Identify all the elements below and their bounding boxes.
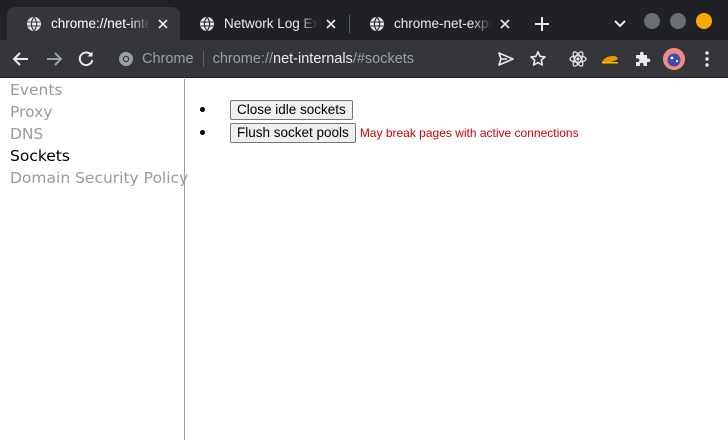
close-icon[interactable] <box>324 17 338 31</box>
globe-icon <box>200 16 214 31</box>
reload-icon <box>78 51 94 67</box>
tab-search-button[interactable] <box>612 15 628 31</box>
bookmark-button[interactable] <box>528 49 548 69</box>
flush-socket-pools-button[interactable]: Flush socket pools <box>230 122 356 143</box>
url-path: /#sockets <box>352 51 415 67</box>
plus-icon <box>535 17 549 31</box>
chrome-icon <box>119 52 133 66</box>
forward-button[interactable] <box>44 49 64 69</box>
react-devtools-extension[interactable] <box>568 49 588 69</box>
list-item: Flush socket pools May break pages with … <box>200 121 579 144</box>
socket-actions-list: Close idle sockets Flush socket pools Ma… <box>200 98 579 144</box>
security-chip-label: Chrome <box>142 51 194 67</box>
tab-net-internals[interactable]: chrome://net-internals/#sockets <box>7 7 180 40</box>
puzzle-icon <box>636 51 651 66</box>
flush-warning-text: May break pages with active connections <box>359 125 579 140</box>
sidebar-item-sockets[interactable]: Sockets <box>0 145 184 167</box>
omnibox-divider <box>202 51 204 67</box>
sidebar-item-events[interactable]: Events <box>0 79 184 101</box>
url-text: chrome://net-internals/#sockets <box>213 51 414 67</box>
extension-icon <box>602 56 618 64</box>
sidebar-item-proxy[interactable]: Proxy <box>0 101 184 123</box>
more-vert-icon <box>705 51 709 67</box>
back-button[interactable] <box>11 49 31 69</box>
browser-menu-button[interactable] <box>697 49 717 69</box>
url-scheme: chrome:// <box>212 51 274 67</box>
sidebar-item-domain-security-policy[interactable]: Domain Security Policy <box>0 167 188 189</box>
close-window-button[interactable] <box>696 13 712 29</box>
chevron-down-icon <box>614 20 626 28</box>
react-icon <box>569 51 587 67</box>
globe-icon <box>27 16 41 31</box>
tab-network-log-export[interactable]: Network Log Export <box>180 7 348 40</box>
reload-button[interactable] <box>76 49 96 69</box>
list-bullet <box>200 130 205 135</box>
tab-strip: chrome://net-internals/#sockets Network … <box>0 0 728 40</box>
close-icon[interactable] <box>156 17 170 31</box>
list-bullet <box>200 107 205 112</box>
net-internals-sidebar: Events Proxy DNS Sockets Domain Security… <box>0 79 188 440</box>
omnibox[interactable]: Chrome chrome://net-internals/#sockets <box>110 44 560 74</box>
sockets-panel: Close idle sockets Flush socket pools Ma… <box>186 79 728 440</box>
tab-title: chrome://net-internals/#sockets <box>51 16 150 31</box>
list-item: Close idle sockets <box>200 98 579 121</box>
tab-net-export-log[interactable]: chrome-net-export-log.json <box>350 7 522 40</box>
star-icon <box>530 51 546 66</box>
send-tab-button[interactable] <box>496 49 516 69</box>
send-icon <box>498 52 514 66</box>
close-icon[interactable] <box>498 17 512 31</box>
url-host: net-internals <box>273 51 353 67</box>
avatar-image <box>663 48 685 70</box>
tab-title: Network Log Export <box>224 16 318 31</box>
forward-arrow-icon <box>47 52 63 66</box>
minimize-window-button[interactable] <box>644 13 660 29</box>
extension-button[interactable] <box>600 49 620 69</box>
close-idle-sockets-button[interactable]: Close idle sockets <box>230 99 353 120</box>
tab-title: chrome-net-export-log.json <box>394 16 492 31</box>
extensions-menu-button[interactable] <box>632 49 652 69</box>
new-tab-button[interactable] <box>532 14 552 34</box>
globe-icon <box>370 16 384 31</box>
toolbar: Chrome chrome://net-internals/#sockets <box>0 40 728 78</box>
restore-window-button[interactable] <box>670 13 686 29</box>
back-arrow-icon <box>12 52 28 66</box>
profile-avatar[interactable] <box>663 48 685 70</box>
sidebar-item-dns[interactable]: DNS <box>0 123 184 145</box>
